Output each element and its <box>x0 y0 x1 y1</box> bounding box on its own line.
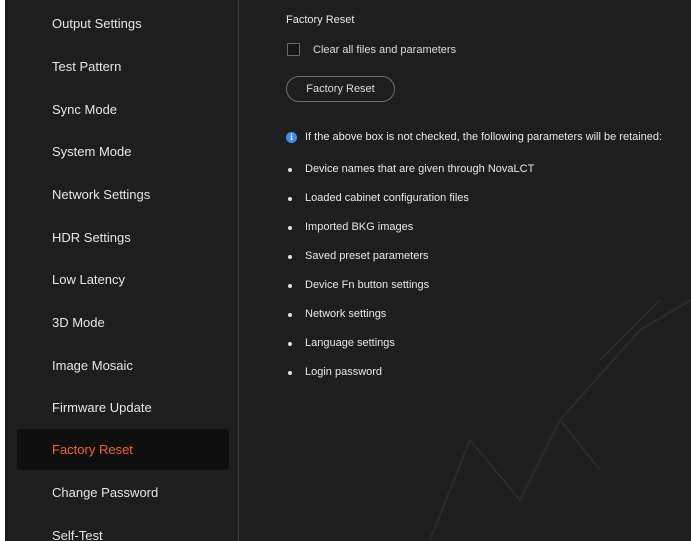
sidebar-item-hdr-settings[interactable]: HDR Settings <box>17 217 229 258</box>
section-title: Factory Reset <box>286 14 355 26</box>
sidebar-item-test-pattern[interactable]: Test Pattern <box>17 46 229 87</box>
clear-all-label[interactable]: Clear all files and parameters <box>313 44 456 56</box>
bullet-dot <box>288 284 292 288</box>
sidebar-menu: Output Settings Test Pattern Sync Mode S… <box>5 0 239 541</box>
sidebar-item-factory-reset[interactable]: Factory Reset <box>17 429 229 470</box>
bullet-dot <box>288 371 292 375</box>
retained-item: Device names that are given through Nova… <box>305 163 535 175</box>
bullet-dot <box>288 342 292 346</box>
retained-item: Login password <box>305 366 383 378</box>
bullet-dot <box>288 168 292 172</box>
clear-all-checkbox[interactable] <box>287 43 300 56</box>
retained-item: Imported BKG images <box>305 221 414 233</box>
retained-item: Device Fn button settings <box>305 279 430 291</box>
sidebar-item-output-settings[interactable]: Output Settings <box>17 3 229 44</box>
bullet-dot <box>288 197 292 201</box>
factory-reset-button[interactable]: Factory Reset <box>286 76 395 102</box>
factory-reset-panel: Factory Reset Clear all files and parame… <box>239 0 691 541</box>
bullet-dot <box>288 313 292 317</box>
info-icon: i <box>286 132 297 143</box>
retained-item: Saved preset parameters <box>305 250 429 262</box>
sidebar-item-firmware-update[interactable]: Firmware Update <box>17 387 229 428</box>
sidebar-item-self-test[interactable]: Self-Test <box>17 515 229 541</box>
sidebar-item-change-password[interactable]: Change Password <box>17 472 229 513</box>
app-window: Output Settings Test Pattern Sync Mode S… <box>0 0 691 541</box>
sidebar-item-low-latency[interactable]: Low Latency <box>17 259 229 300</box>
sidebar-item-sync-mode[interactable]: Sync Mode <box>17 89 229 130</box>
sidebar-item-3d-mode[interactable]: 3D Mode <box>17 302 229 343</box>
sidebar-item-image-mosaic[interactable]: Image Mosaic <box>17 345 229 386</box>
bullet-dot <box>288 255 292 259</box>
sidebar-item-network-settings[interactable]: Network Settings <box>17 174 229 215</box>
sidebar-item-system-mode[interactable]: System Mode <box>17 131 229 172</box>
bullet-dot <box>288 226 292 230</box>
retained-item: Language settings <box>305 337 395 349</box>
retained-item: Loaded cabinet configuration files <box>305 192 469 204</box>
retained-item: Network settings <box>305 308 387 320</box>
info-text: If the above box is not checked, the fol… <box>305 131 663 143</box>
